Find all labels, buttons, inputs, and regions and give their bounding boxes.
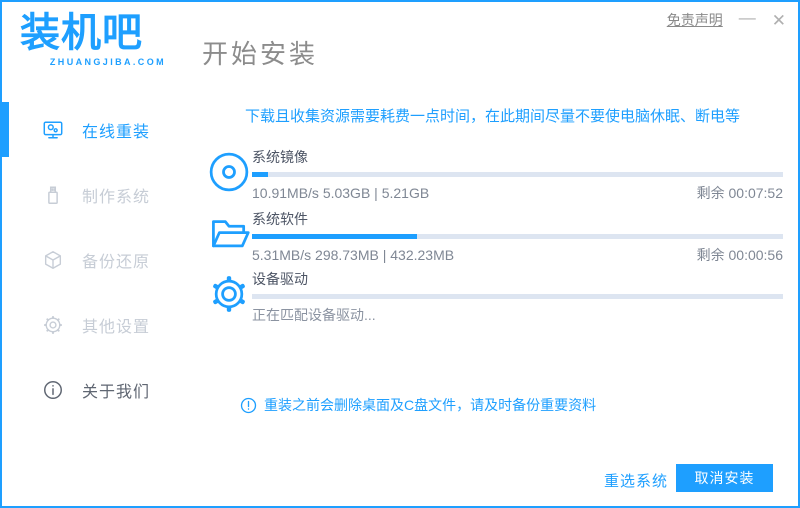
monitor-icon xyxy=(43,120,63,139)
sidebar: 在线重装 制作系统 备份还原 其他设置 关于我们 xyxy=(2,97,187,422)
minimize-button[interactable]: — xyxy=(739,9,756,26)
task-speed-stats: 5.31MB/s 298.73MB | 432.23MB xyxy=(252,247,455,263)
close-button[interactable]: ✕ xyxy=(772,12,786,29)
app-logo: 装机吧 ZHUANGJIBA.COM xyxy=(20,10,166,67)
progress-fill xyxy=(252,172,268,177)
sidebar-item-make-system[interactable]: 制作系统 xyxy=(2,162,187,227)
sidebar-item-label: 备份还原 xyxy=(82,253,151,271)
cancel-install-button[interactable]: 取消安装 xyxy=(676,464,773,492)
titlebar-controls: 免责声明 — ✕ xyxy=(667,9,786,30)
sidebar-item-other-settings[interactable]: 其他设置 xyxy=(2,292,187,357)
progress-bar xyxy=(252,234,783,239)
download-notice: 下载且收集资源需要耗费一点时间，在此期间尽量不要使电脑休眠、断电等 xyxy=(244,108,740,125)
task-title: 系统软件 xyxy=(252,211,308,227)
task-status-text: 正在匹配设备驱动... xyxy=(252,307,376,323)
app-logo-text: 装机吧 xyxy=(20,11,143,55)
task-system-image: 系统镜像 10.91MB/s 5.03GB | 5.21GB 剩余 00:07:… xyxy=(207,148,783,202)
usb-icon xyxy=(48,185,58,204)
task-title: 设备驱动 xyxy=(252,271,308,287)
backup-warning-text: 重装之前会删除桌面及C盘文件，请及时备份重要资料 xyxy=(264,397,597,413)
backup-box-icon xyxy=(44,250,62,269)
folder-icon xyxy=(212,220,250,248)
task-title: 系统镜像 xyxy=(252,149,308,165)
backup-warning-note: 重装之前会删除桌面及C盘文件，请及时备份重要资料 xyxy=(240,395,596,415)
task-remaining-time: 剩余 00:00:56 xyxy=(696,247,783,263)
app-window: 装机吧 ZHUANGJIBA.COM 开始安装 免责声明 — ✕ 在线重装 制作… xyxy=(0,0,800,508)
disc-icon xyxy=(209,152,249,192)
sidebar-item-label: 制作系统 xyxy=(82,188,151,206)
progress-fill xyxy=(252,234,417,239)
task-device-drivers: 设备驱动 正在匹配设备驱动... xyxy=(207,270,783,324)
task-remaining-time: 剩余 00:07:52 xyxy=(696,185,783,201)
reselect-system-button[interactable]: 重选系统 xyxy=(604,470,668,491)
progress-bar xyxy=(252,172,783,177)
page-title: 开始安装 xyxy=(202,39,319,69)
info-icon xyxy=(44,380,62,399)
sidebar-item-about-us[interactable]: 关于我们 xyxy=(2,357,187,422)
disclaimer-link[interactable]: 免责声明 xyxy=(667,10,723,30)
sidebar-item-label: 其他设置 xyxy=(82,318,151,336)
sidebar-item-label: 在线重装 xyxy=(82,123,151,141)
app-logo-subtext: ZHUANGJIBA.COM xyxy=(49,57,166,67)
sidebar-item-online-reinstall[interactable]: 在线重装 xyxy=(2,97,187,162)
sidebar-item-backup-restore[interactable]: 备份还原 xyxy=(2,227,187,292)
gear-icon xyxy=(213,276,245,312)
exclamation-circle-icon xyxy=(240,397,257,413)
sidebar-item-label: 关于我们 xyxy=(82,383,151,401)
task-speed-stats: 10.91MB/s 5.03GB | 5.21GB xyxy=(252,185,430,201)
gear-icon xyxy=(44,315,62,334)
progress-bar xyxy=(252,294,783,299)
task-system-software: 系统软件 5.31MB/s 298.73MB | 432.23MB 剩余 00:… xyxy=(207,210,783,264)
